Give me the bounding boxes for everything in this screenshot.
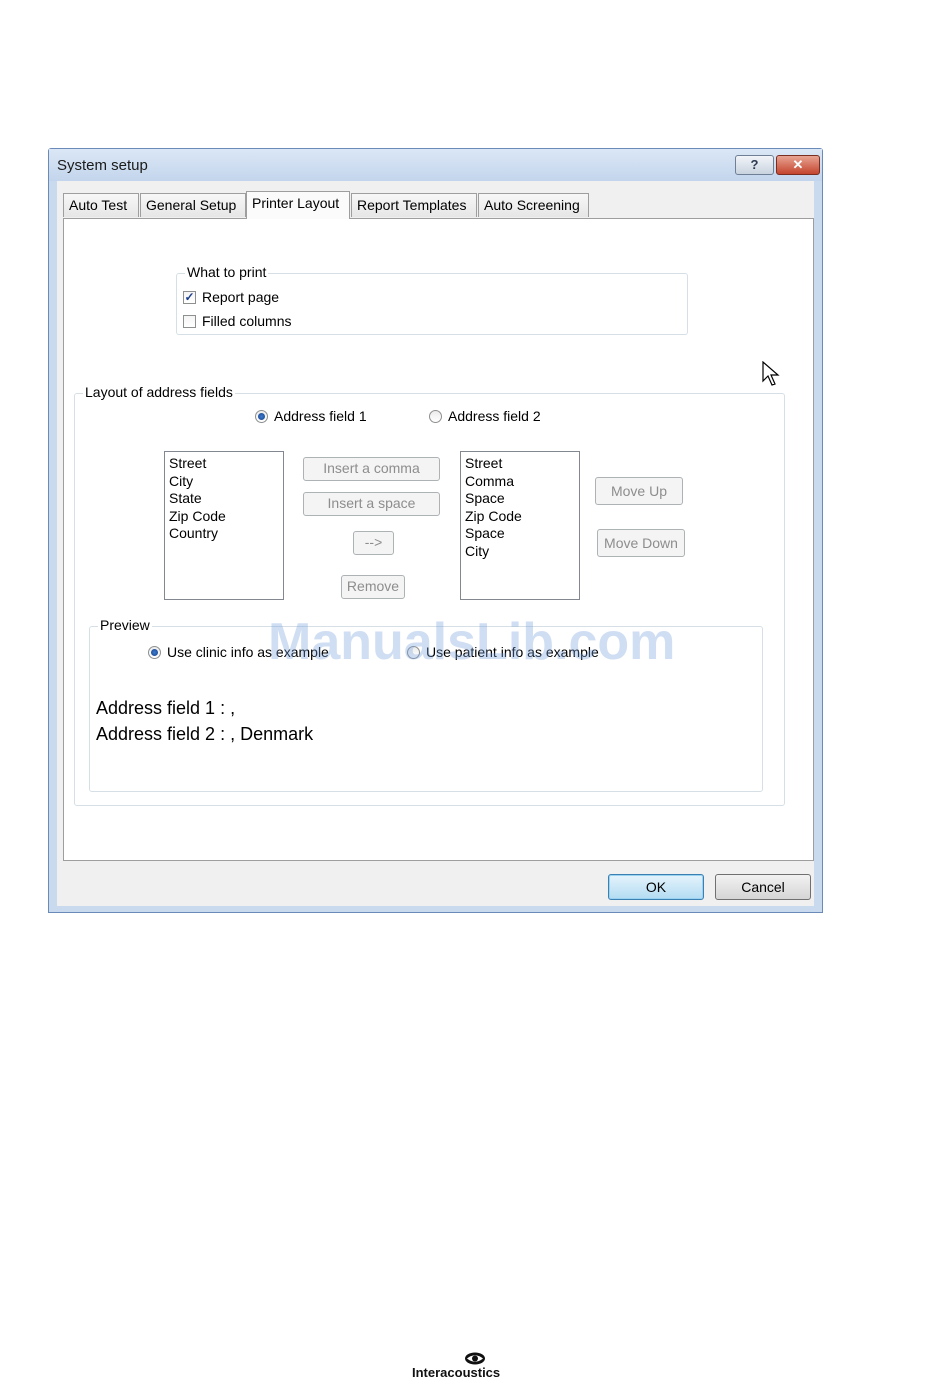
help-button[interactable]: ?: [735, 155, 774, 175]
preview-legend: Preview: [98, 617, 152, 633]
address-field-2-label: Address field 2: [448, 408, 541, 424]
move-down-button[interactable]: Move Down: [597, 529, 685, 557]
list-item[interactable]: City: [169, 473, 279, 491]
interacoustics-logo-icon: [465, 1352, 485, 1365]
filled-columns-checkbox[interactable]: [183, 315, 196, 328]
selected-fields-list[interactable]: Street Comma Space Zip Code Space City: [460, 451, 580, 600]
list-item[interactable]: Street: [169, 455, 279, 473]
filled-columns-label: Filled columns: [202, 313, 292, 329]
list-item[interactable]: City: [465, 543, 575, 561]
what-to-print-group: What to print ✓ Report page Filled colum…: [176, 264, 688, 335]
list-item[interactable]: Space: [465, 525, 575, 543]
list-item[interactable]: State: [169, 490, 279, 508]
tab-label: Auto Test: [69, 197, 128, 213]
radio-selected-dot: [258, 413, 265, 420]
window-title: System setup: [57, 157, 148, 174]
close-icon: ✕: [792, 157, 804, 172]
ok-button[interactable]: OK: [608, 874, 704, 900]
preview-address-line-1: Address field 1 : ,: [96, 698, 236, 718]
list-item[interactable]: Space: [465, 490, 575, 508]
list-item[interactable]: Comma: [465, 473, 575, 491]
address-field-1-label: Address field 1: [274, 408, 367, 424]
list-item[interactable]: Zip Code: [169, 508, 279, 526]
move-up-button[interactable]: Move Up: [595, 477, 683, 505]
title-bar[interactable]: System setup ? ✕: [49, 149, 822, 181]
report-page-checkbox[interactable]: ✓: [183, 291, 196, 304]
tab-auto-screening[interactable]: Auto Screening: [478, 193, 589, 217]
available-fields-list[interactable]: Street City State Zip Code Country: [164, 451, 284, 600]
tab-printer-layout[interactable]: Printer Layout: [246, 191, 350, 219]
tab-label: Printer Layout: [252, 195, 340, 211]
address-layout-legend: Layout of address fields: [83, 384, 235, 400]
dialog-client-area: Auto Test General Setup Printer Layout R…: [57, 181, 814, 906]
tab-auto-test[interactable]: Auto Test: [63, 193, 139, 217]
check-icon: ✓: [184, 290, 195, 304]
help-icon: ?: [750, 157, 759, 172]
watermark-text: ManualsLib.com: [268, 613, 676, 671]
insert-space-button[interactable]: Insert a space: [303, 492, 440, 516]
report-page-label: Report page: [202, 289, 280, 305]
cancel-button[interactable]: Cancel: [715, 874, 811, 900]
tab-general-setup[interactable]: General Setup: [140, 193, 246, 217]
printer-layout-panel: What to print ✓ Report page Filled colum…: [63, 218, 814, 861]
tab-label: Auto Screening: [484, 197, 580, 213]
add-field-arrow-button[interactable]: -->: [353, 531, 394, 555]
footer-brand: Interacoustics: [412, 1365, 501, 1380]
address-field-1-radio[interactable]: [255, 410, 268, 423]
tab-report-templates[interactable]: Report Templates: [351, 193, 477, 217]
radio-selected-dot: [151, 649, 158, 656]
list-item[interactable]: Country: [169, 525, 279, 543]
insert-comma-button[interactable]: Insert a comma: [303, 457, 440, 481]
list-item[interactable]: Zip Code: [465, 508, 575, 526]
preview-address-line-2: Address field 2 : , Denmark: [96, 724, 314, 744]
system-setup-dialog: System setup ? ✕ Auto Test General Setup…: [48, 148, 823, 913]
close-button[interactable]: ✕: [776, 155, 820, 175]
what-to-print-legend: What to print: [185, 264, 269, 280]
tab-label: Report Templates: [357, 197, 467, 213]
list-item[interactable]: Street: [465, 455, 575, 473]
address-layout-group: Layout of address fields Address field 1…: [74, 384, 785, 806]
use-clinic-info-radio[interactable]: [148, 646, 161, 659]
mouse-cursor-icon: [762, 361, 780, 386]
remove-button[interactable]: Remove: [341, 575, 405, 599]
address-field-2-radio[interactable]: [429, 410, 442, 423]
tab-label: General Setup: [146, 197, 237, 213]
